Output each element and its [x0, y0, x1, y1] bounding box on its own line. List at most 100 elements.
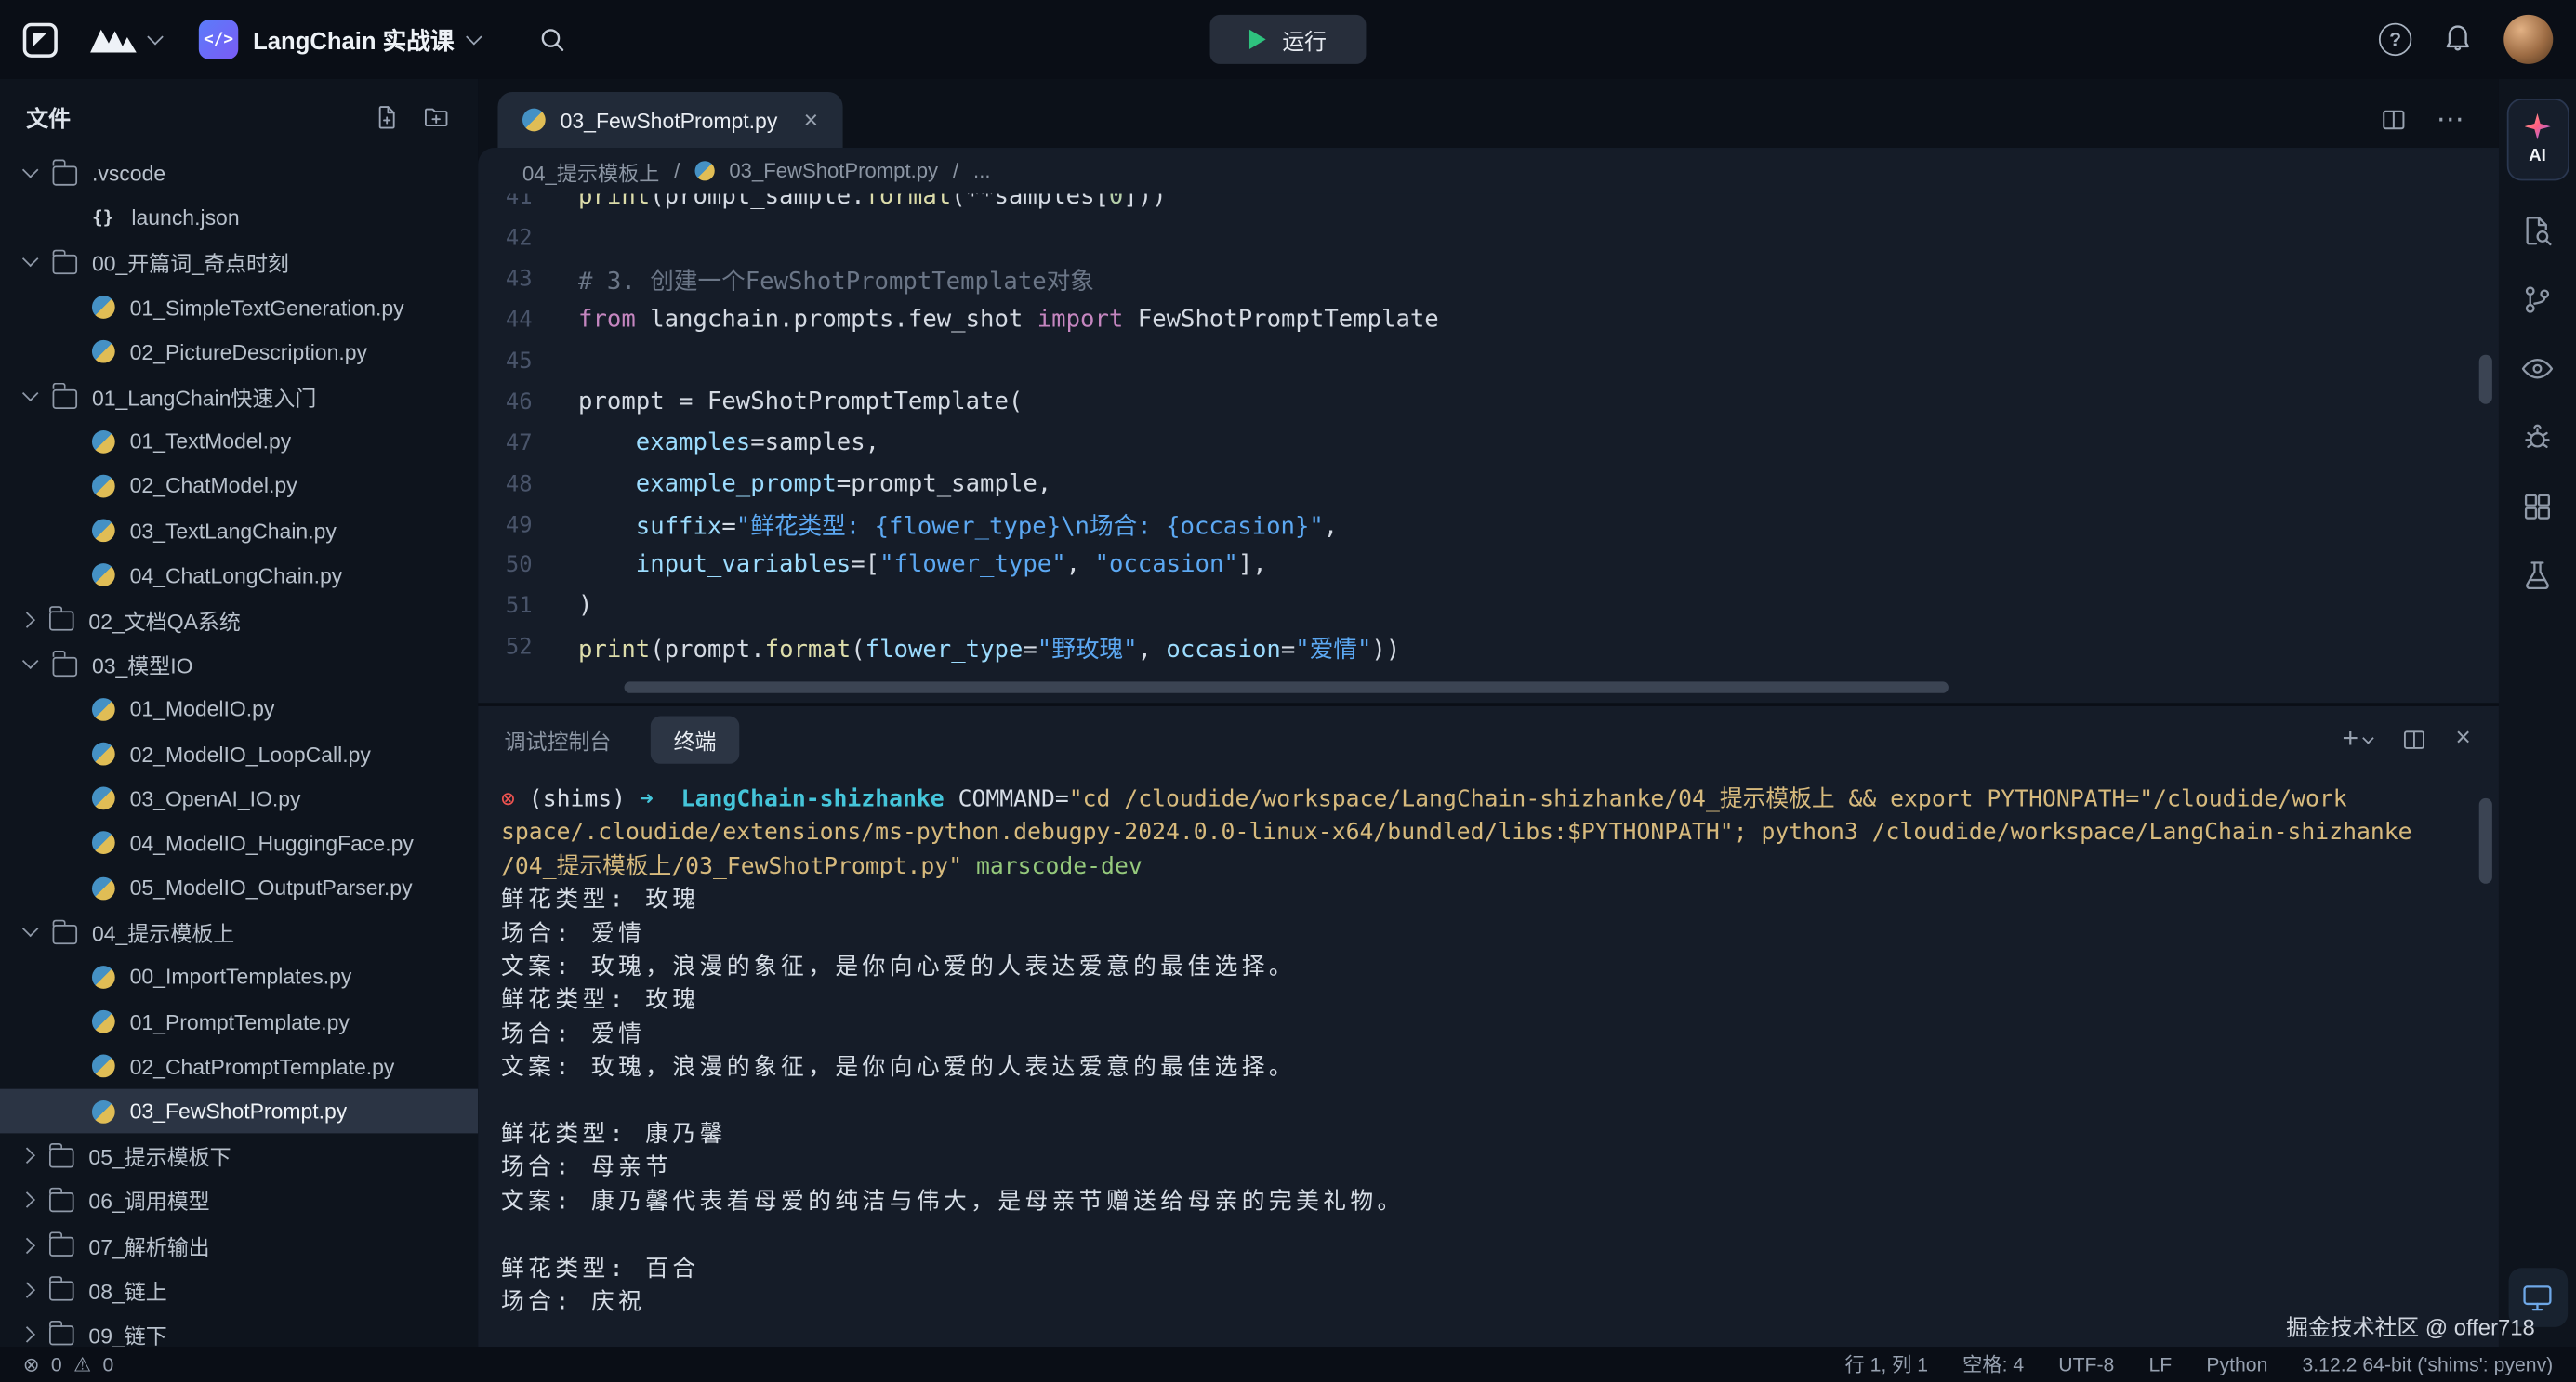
tree-file[interactable]: 02_ModelIO_LoopCall.py — [0, 731, 478, 776]
tree-item-label: 06_调用模型 — [88, 1185, 209, 1217]
workspace-menu[interactable] — [88, 25, 161, 53]
python-interpreter[interactable]: 3.12.2 64-bit ('shims': pyenv) — [2302, 1352, 2553, 1375]
new-folder-icon[interactable] — [422, 102, 450, 130]
new-terminal-icon[interactable]: + — [2343, 723, 2372, 756]
notifications-bell-icon[interactable] — [2441, 19, 2474, 59]
code-editor[interactable]: 04_提示模板上 / 03_FewShotPrompt.py / ... 41p… — [478, 148, 2499, 703]
tree-file[interactable]: 05_ModelIO_OutputParser.py — [0, 865, 478, 910]
tree-folder[interactable]: 01_LangChain快速入门 — [0, 375, 478, 419]
ide-logo-icon[interactable] — [23, 22, 58, 57]
ai-assistant-button[interactable]: AI — [2506, 99, 2569, 180]
tree-file[interactable]: 03_FewShotPrompt.py — [0, 1089, 478, 1134]
terminal-scrollbar[interactable] — [2479, 798, 2494, 1291]
indentation[interactable]: 空格: 4 — [1962, 1350, 2024, 1378]
project-switcher[interactable]: </> LangChain 实战课 — [199, 20, 481, 59]
tree-file[interactable]: 00_ImportTemplates.py — [0, 954, 478, 999]
terminal-output[interactable]: ⊗ (shims) ➜ LangChain-shizhanke COMMAND=… — [478, 772, 2499, 1320]
run-button[interactable]: 运行 — [1210, 15, 1367, 64]
python-file-icon — [92, 430, 115, 454]
terminal-line: 场合: 爱情 — [501, 1018, 2499, 1051]
scrollbar-thumb[interactable] — [2479, 354, 2492, 403]
tree-file[interactable]: 02_ChatModel.py — [0, 464, 478, 508]
source-control-icon[interactable] — [2502, 265, 2574, 334]
scrollbar-thumb[interactable] — [625, 681, 1949, 692]
tree-folder[interactable]: 03_模型IO — [0, 642, 478, 687]
file-search-icon[interactable] — [2502, 195, 2574, 264]
breadcrumb-symbol[interactable]: ... — [973, 159, 990, 182]
cursor-position[interactable]: 行 1, 列 1 — [1844, 1350, 1928, 1378]
chevron-right-icon — [19, 1326, 34, 1342]
editor-vertical-scrollbar[interactable] — [2479, 194, 2494, 680]
tab-debug-console[interactable]: 调试控制台 — [505, 723, 612, 755]
file-explorer: 文件 .vscode{}launch.json00_开篇词_奇点时刻01_Sim… — [0, 79, 478, 1346]
tree-item-label: 02_ChatPromptTemplate.py — [130, 1054, 395, 1079]
tree-file[interactable]: 01_TextModel.py — [0, 419, 478, 464]
folder-icon — [53, 388, 78, 408]
tree-folder[interactable]: 06_调用模型 — [0, 1178, 478, 1223]
tree-file[interactable]: 03_TextLangChain.py — [0, 508, 478, 553]
preview-eye-icon[interactable] — [2502, 334, 2574, 402]
top-bar: </> LangChain 实战课 运行 ? — [0, 0, 2576, 79]
editor-horizontal-scrollbar[interactable] — [625, 681, 2464, 694]
breadcrumb[interactable]: 04_提示模板上 / 03_FewShotPrompt.py / ... — [478, 148, 2499, 193]
tree-file[interactable]: 03_OpenAI_IO.py — [0, 776, 478, 821]
terminal-line: 场合: 母亲节 — [501, 1152, 2499, 1186]
language-mode[interactable]: Python — [2206, 1352, 2267, 1375]
tree-folder[interactable]: 09_链下 — [0, 1312, 478, 1346]
tree-folder[interactable]: .vscode — [0, 151, 478, 196]
python-file-icon — [92, 698, 115, 721]
tree-folder[interactable]: 02_文档QA系统 — [0, 598, 478, 642]
breadcrumb-file[interactable]: 03_FewShotPrompt.py — [729, 159, 938, 182]
extensions-icon[interactable] — [2502, 471, 2574, 540]
help-icon[interactable]: ? — [2379, 23, 2411, 56]
tree-folder[interactable]: 04_提示模板上 — [0, 910, 478, 954]
code-line: 47 examples=samples, — [478, 423, 2499, 464]
tree-item-label: launch.json — [131, 205, 239, 230]
more-actions-icon[interactable]: ⋯ — [2437, 103, 2466, 136]
line-number: 48 — [478, 471, 578, 497]
new-file-icon[interactable] — [373, 102, 401, 130]
tree-folder[interactable]: 08_链上 — [0, 1268, 478, 1312]
tree-file[interactable]: 01_PromptTemplate.py — [0, 999, 478, 1044]
tree-file[interactable]: 02_ChatPromptTemplate.py — [0, 1045, 478, 1089]
user-avatar[interactable] — [2503, 15, 2553, 64]
tree-file[interactable]: 01_ModelIO.py — [0, 687, 478, 731]
app-window: </> LangChain 实战课 运行 ? 文件 — [0, 0, 2576, 1382]
chevron-right-icon — [19, 612, 34, 627]
folder-icon — [53, 165, 78, 185]
tree-file[interactable]: 01_SimpleTextGeneration.py — [0, 285, 478, 330]
close-icon[interactable]: × — [804, 106, 818, 134]
line-number: 51 — [478, 594, 578, 620]
editor-tab-active[interactable]: 03_FewShotPrompt.py × — [497, 92, 842, 148]
tree-item-label: 02_ModelIO_LoopCall.py — [130, 742, 371, 767]
tree-file[interactable]: {}launch.json — [0, 196, 478, 241]
tree-folder[interactable]: 00_开篇词_奇点时刻 — [0, 241, 478, 285]
scrollbar-thumb[interactable] — [2479, 798, 2492, 884]
tree-item-label: 03_FewShotPrompt.py — [130, 1099, 348, 1124]
status-bar: ⊗ 0 ⚠ 0 行 1, 列 1 空格: 4 UTF-8 LF Python 3… — [0, 1346, 2576, 1382]
search-icon[interactable] — [538, 25, 568, 55]
encoding[interactable]: UTF-8 — [2058, 1352, 2114, 1375]
tree-file[interactable]: 04_ChatLongChain.py — [0, 553, 478, 598]
file-tree: .vscode{}launch.json00_开篇词_奇点时刻01_Simple… — [0, 141, 478, 1346]
problems-indicator[interactable]: ⊗ 0 ⚠ 0 — [23, 1352, 114, 1375]
terminal-line: 文案: 玫瑰，浪漫的象征，是你向心爱的人表达爱意的最佳选择。 — [501, 1051, 2499, 1085]
split-editor-icon[interactable] — [2379, 105, 2409, 135]
chevron-down-icon — [467, 28, 482, 44]
tree-file[interactable]: 04_ModelIO_HuggingFace.py — [0, 821, 478, 865]
breadcrumb-folder[interactable]: 04_提示模板上 — [522, 155, 659, 187]
test-flask-icon[interactable] — [2502, 540, 2574, 609]
split-terminal-icon[interactable] — [2399, 725, 2427, 753]
debug-icon[interactable] — [2502, 402, 2574, 471]
eol-sequence[interactable]: LF — [2148, 1352, 2172, 1375]
tree-folder[interactable]: 05_提示模板下 — [0, 1134, 478, 1178]
tree-item-label: 05_提示模板下 — [88, 1140, 231, 1172]
code-line: 44from langchain.prompts.few_shot import… — [478, 300, 2499, 341]
tab-terminal[interactable]: 终端 — [651, 716, 739, 763]
line-number: 50 — [478, 553, 578, 579]
tree-file[interactable]: 02_PictureDescription.py — [0, 330, 478, 375]
tree-folder[interactable]: 07_解析输出 — [0, 1223, 478, 1268]
ai-spark-icon — [2524, 113, 2550, 139]
close-panel-icon[interactable]: × — [2455, 724, 2471, 754]
tree-item-label: 08_链上 — [88, 1274, 166, 1306]
